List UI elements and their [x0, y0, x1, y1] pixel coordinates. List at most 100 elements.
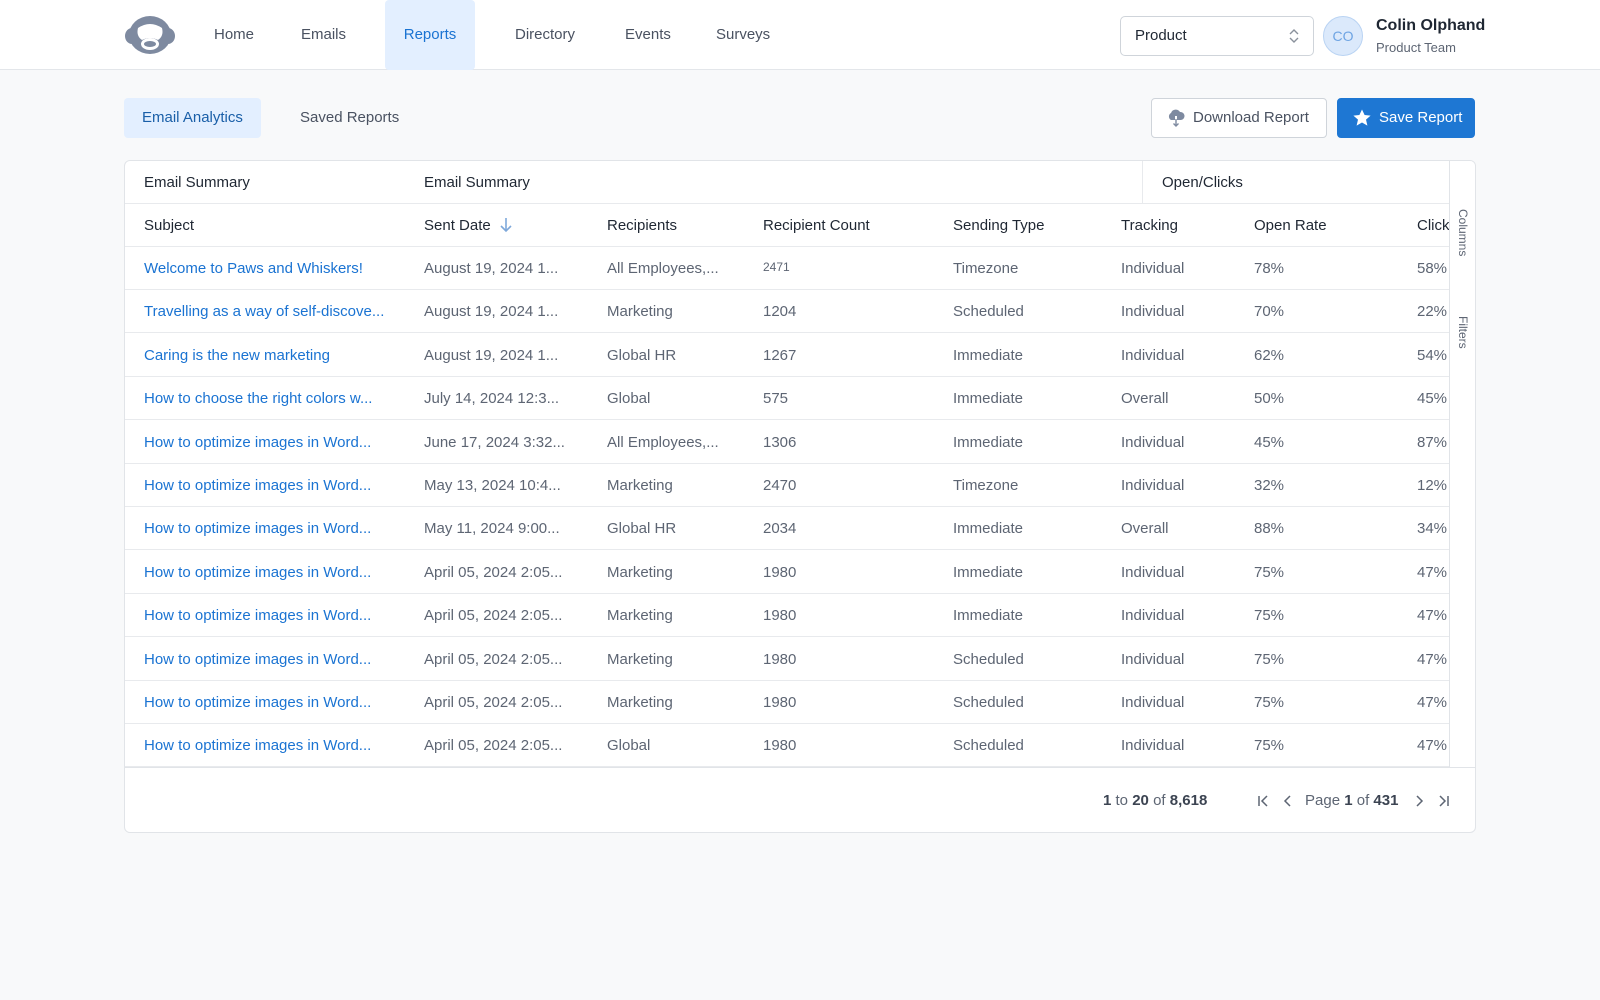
nav-home[interactable]: Home — [214, 0, 254, 70]
nav-emails[interactable]: Emails — [301, 0, 346, 70]
column-header-subject[interactable]: Subject — [144, 204, 194, 247]
cell-tracking: Individual — [1121, 433, 1185, 451]
cell-recipients: Global HR — [607, 520, 677, 538]
cell-recipient-count: 2470 — [763, 477, 797, 494]
download-report-button[interactable]: Download Report — [1151, 98, 1327, 138]
cell-recipient-count: 1980 — [763, 694, 797, 711]
range-to-label: to — [1115, 792, 1129, 809]
cell-open-rate: 75% — [1254, 650, 1285, 668]
total-rows: 8,618 — [1169, 792, 1208, 809]
nav-reports[interactable]: Reports — [385, 0, 475, 70]
save-report-label: Save Report — [1379, 109, 1463, 126]
cell-sending-type: Immediate — [953, 607, 1024, 625]
cell-open-rate: 70% — [1254, 303, 1285, 321]
column-header-tracking[interactable]: Tracking — [1121, 204, 1178, 247]
cell-recipient-count: 1267 — [763, 346, 797, 364]
last-page-icon[interactable] — [1435, 792, 1451, 810]
user-name: Colin Olphand — [1376, 17, 1486, 34]
pagination-bar: 1 to 20 of 8,618 Page 1 of 431 — [125, 767, 1475, 832]
table-row[interactable]: How to choose the right colors w... July … — [125, 377, 1449, 421]
cell-tracking: Overall — [1121, 390, 1169, 408]
nav-surveys[interactable]: Surveys — [716, 0, 770, 70]
cell-subject[interactable]: Travelling as a way of self-discove... — [144, 290, 384, 333]
row-range-summary: 1 to 20 of 8,618 — [1103, 792, 1207, 809]
cell-tracking: Individual — [1121, 694, 1185, 711]
star-icon — [1353, 109, 1371, 126]
table-row[interactable]: Travelling as a way of self-discove... Au… — [125, 290, 1449, 334]
cell-sending-type: Scheduled — [953, 303, 1024, 321]
cell-recipients: Marketing — [607, 303, 673, 321]
cell-subject[interactable]: How to optimize images in Word... — [144, 638, 371, 681]
cell-recipients: Marketing — [607, 694, 673, 711]
cell-recipient-count: 2471 — [763, 260, 790, 274]
table-row[interactable]: How to optimize images in Word... June 17… — [125, 421, 1449, 464]
avatar[interactable]: CO — [1323, 16, 1363, 56]
table-row[interactable]: How to optimize images in Word... April 0… — [125, 551, 1449, 594]
data-grid: Email Summary Email Summary Open/Clicks … — [125, 161, 1449, 767]
cell-subject[interactable]: How to optimize images in Word... — [144, 724, 371, 767]
cell-subject[interactable]: Welcome to Paws and Whiskers! — [144, 247, 363, 290]
workspace-select-value: Product — [1135, 27, 1187, 44]
cell-subject[interactable]: How to optimize images in Word... — [144, 594, 371, 637]
logo-icon[interactable] — [124, 14, 176, 56]
cloud-download-icon — [1168, 109, 1185, 127]
tab-saved-reports[interactable]: Saved Reports — [282, 98, 417, 138]
cell-recipient-count: 1980 — [763, 737, 797, 755]
workspace-select[interactable]: Product — [1120, 16, 1314, 56]
cell-tracking: Individual — [1121, 346, 1185, 364]
email-analytics-table: Email Summary Email Summary Open/Clicks … — [124, 160, 1476, 833]
columns-panel-toggle[interactable]: Columns — [1456, 209, 1470, 256]
table-row[interactable]: How to optimize images in Word... April 0… — [125, 594, 1449, 638]
cell-sending-type: Immediate — [953, 346, 1024, 364]
prev-page-icon[interactable] — [1280, 792, 1296, 810]
arrow-down-icon[interactable] — [499, 217, 513, 233]
cell-sent-date: April 05, 2024 2:05... — [424, 563, 563, 581]
cell-click: 47% — [1417, 650, 1448, 668]
cell-subject[interactable]: How to optimize images in Word... — [144, 421, 371, 464]
column-header-recipient-count[interactable]: Recipient Count — [763, 204, 870, 247]
cell-sent-date: May 13, 2024 10:4... — [424, 477, 561, 494]
table-row[interactable]: How to optimize images in Word... April 0… — [125, 638, 1449, 681]
cell-sending-type: Scheduled — [953, 694, 1024, 711]
table-row[interactable]: How to optimize images in Word... May 13,… — [125, 464, 1449, 507]
cell-subject[interactable]: How to optimize images in Word... — [144, 507, 371, 550]
page-indicator: Page 1 of 431 — [1305, 792, 1398, 809]
column-header-sending-type[interactable]: Sending Type — [953, 204, 1044, 247]
column-header-open-rate[interactable]: Open Rate — [1254, 204, 1327, 247]
nav-events[interactable]: Events — [625, 0, 671, 70]
cell-subject[interactable]: How to choose the right colors w... — [144, 377, 372, 420]
save-report-button[interactable]: Save Report — [1337, 98, 1475, 138]
page-of-label: of — [1356, 792, 1370, 809]
cell-subject[interactable]: How to optimize images in Word... — [144, 681, 371, 724]
cell-sent-date: June 17, 2024 3:32... — [424, 433, 565, 451]
table-row[interactable]: Caring is the new marketing August 19, 20… — [125, 334, 1449, 377]
cell-open-rate: 75% — [1254, 607, 1285, 625]
cell-sent-date: July 14, 2024 12:3... — [424, 390, 560, 408]
cell-tracking: Individual — [1121, 737, 1185, 755]
cell-click: 34% — [1417, 520, 1448, 538]
page-count: 431 — [1373, 792, 1399, 809]
range-of-label: of — [1153, 792, 1166, 809]
cell-subject[interactable]: How to optimize images in Word... — [144, 464, 371, 507]
next-page-icon[interactable] — [1411, 792, 1427, 810]
cell-subject[interactable]: How to optimize images in Word... — [144, 551, 371, 594]
cell-sending-type: Scheduled — [953, 650, 1024, 668]
table-row[interactable]: Welcome to Paws and Whiskers! August 19, … — [125, 247, 1449, 290]
column-header-click[interactable]: Click — [1417, 204, 1449, 247]
group-header-open-clicks: Open/Clicks — [1162, 174, 1243, 191]
cell-open-rate: 75% — [1254, 563, 1285, 581]
first-page-icon[interactable] — [1256, 792, 1272, 810]
filters-panel-toggle[interactable]: Filters — [1456, 316, 1470, 349]
cell-sent-date: August 19, 2024 1... — [424, 260, 559, 277]
table-row[interactable]: How to optimize images in Word... April 0… — [125, 724, 1449, 767]
download-report-label: Download Report — [1193, 109, 1309, 126]
cell-click: 22% — [1417, 303, 1448, 321]
table-row[interactable]: How to optimize images in Word... April 0… — [125, 681, 1449, 724]
tab-email-analytics[interactable]: Email Analytics — [124, 98, 261, 138]
table-row[interactable]: How to optimize images in Word... May 11,… — [125, 507, 1449, 551]
nav-directory[interactable]: Directory — [515, 0, 575, 70]
column-header-sent-date[interactable]: Sent Date — [424, 204, 513, 247]
cell-recipient-count: 1980 — [763, 650, 797, 668]
column-header-recipients[interactable]: Recipients — [607, 204, 677, 247]
cell-subject[interactable]: Caring is the new marketing — [144, 334, 330, 377]
